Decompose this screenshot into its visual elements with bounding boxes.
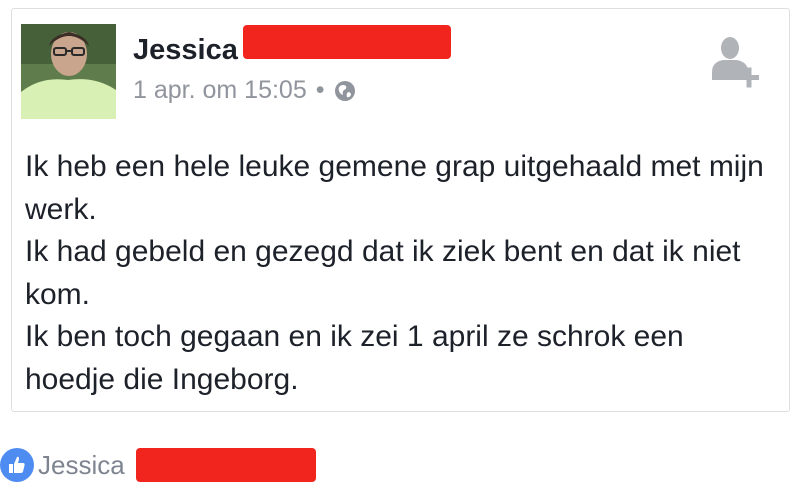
post-card: Jessica 1 apr. om 15:05 • Ik heb een hel… — [11, 8, 790, 412]
avatar[interactable] — [21, 24, 116, 119]
add-friend-button[interactable] — [705, 34, 765, 94]
post-body: Ik heb een hele leuke gemene grap uitgeh… — [25, 146, 777, 401]
meta-separator: • — [315, 76, 325, 104]
author-name[interactable]: Jessica — [133, 33, 238, 67]
post-text-line: Ik ben toch gegaan en ik zei 1 april ze … — [25, 320, 684, 396]
add-friend-icon — [712, 37, 759, 88]
post-timestamp[interactable]: 1 apr. om 15:05 — [133, 75, 307, 105]
avatar-image — [21, 24, 116, 119]
like-icon — [0, 448, 34, 482]
globe-icon[interactable] — [334, 79, 356, 101]
post-text-line: Ik heb een hele leuke gemene grap uitgeh… — [25, 150, 764, 226]
post-text-line: Ik had gebeld en gezegd dat ik ziek bent… — [25, 235, 741, 311]
reaction-user-name[interactable]: Jessica — [38, 450, 125, 480]
post-meta: 1 apr. om 15:05 • — [133, 75, 356, 105]
reactions-summary[interactable]: Jessica — [0, 445, 125, 485]
name-redaction-bar — [243, 25, 451, 59]
reaction-redaction-bar — [136, 448, 316, 482]
